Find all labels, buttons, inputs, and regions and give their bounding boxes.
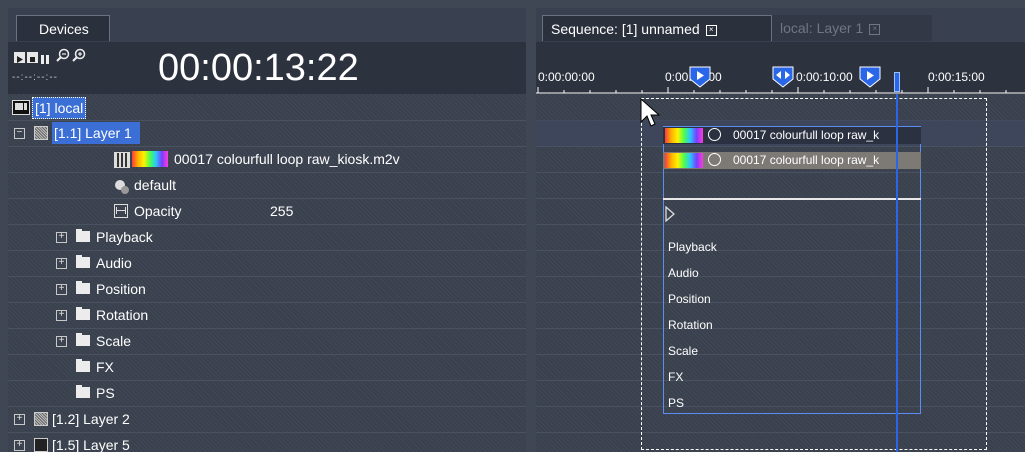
tree-label: Scale (96, 333, 132, 349)
tree-item-layer-2[interactable]: + [1.2] Layer 2 (8, 406, 526, 433)
tree-item-media[interactable]: 00017 colourfull loop raw_kiosk.m2v (8, 146, 526, 173)
tree-label: [1.1] Layer 1 (52, 122, 140, 144)
play-button[interactable] (14, 52, 25, 63)
folder-icon (76, 385, 90, 398)
selection-marquee (641, 98, 987, 450)
devices-panel: Devices --:--:--:-- 00:00:13:22 [1] loca… (8, 8, 526, 452)
tree-item-layer-5[interactable]: + [1.5] Layer 5 (8, 432, 526, 452)
layer-icon (34, 412, 48, 426)
sequence-tabbar: Sequence: [1] unnamed × local: Layer 1 × (536, 8, 1025, 42)
tree-item-fx[interactable]: FX (8, 354, 526, 381)
tree-label: [1.2] Layer 2 (52, 411, 130, 427)
collapse-icon[interactable]: − (14, 128, 25, 139)
tab-local-layer[interactable]: local: Layer 1 × (772, 15, 932, 41)
cue-marker-icon[interactable] (689, 66, 711, 88)
tree-label: [1] local (32, 97, 87, 119)
expand-icon[interactable]: + (56, 336, 67, 347)
tree-label: 00017 colourfull loop raw_kiosk.m2v (174, 151, 400, 167)
tree-label: Rotation (96, 307, 149, 323)
folder-icon (76, 359, 90, 372)
expand-icon[interactable]: + (14, 414, 25, 425)
tab-devices[interactable]: Devices (16, 15, 110, 41)
tree-label: PS (96, 385, 115, 401)
tree-item-ps[interactable]: PS (8, 380, 526, 407)
film-icon (114, 152, 130, 168)
playhead-handle[interactable] (894, 72, 900, 92)
layer-icon (34, 126, 48, 140)
tree-label: FX (96, 359, 114, 375)
tab-devices-label: Devices (39, 21, 89, 37)
expand-icon[interactable]: + (56, 284, 67, 295)
tree-label: Position (96, 281, 146, 297)
device-tree: [1] local − [1.1] Layer 1 00017 colourfu… (8, 94, 526, 452)
tab-sequence-label: Sequence: [1] unnamed (551, 21, 700, 37)
expand-icon[interactable]: + (56, 310, 67, 321)
picture-layer-icon (34, 438, 48, 452)
zoom-in-icon[interactable] (71, 48, 86, 63)
small-time-readout: --:--:--:-- (12, 72, 58, 83)
playhead-line[interactable] (896, 94, 898, 452)
tab-local-layer-label: local: Layer 1 (780, 20, 864, 36)
tree-item-rotation[interactable]: + Rotation (8, 302, 526, 329)
folder-icon (76, 281, 90, 294)
tree-item-scale[interactable]: + Scale (8, 328, 526, 355)
folder-icon (76, 255, 90, 268)
tab-sequence[interactable]: Sequence: [1] unnamed × (542, 15, 772, 41)
tree-item-playback[interactable]: + Playback (8, 224, 526, 251)
close-icon[interactable]: × (869, 23, 881, 35)
folder-icon (76, 307, 90, 320)
expand-icon[interactable]: + (14, 440, 25, 451)
tree-item-layer-1[interactable]: − [1.1] Layer 1 (8, 120, 526, 147)
opacity-value[interactable]: 255 (270, 198, 293, 224)
stop-button[interactable] (27, 52, 38, 63)
tree-label: Opacity (134, 203, 182, 219)
parameter-icon (114, 204, 128, 218)
loop-marker-icon[interactable] (772, 66, 794, 88)
mapping-icon (114, 177, 130, 194)
time-display: 00:00:13:22 (158, 47, 359, 89)
tree-label: Playback (96, 229, 153, 245)
tree-item-local[interactable]: [1] local (8, 94, 526, 121)
zoom-out-icon[interactable] (55, 48, 70, 63)
tree-label: [1.5] Layer 5 (52, 437, 130, 452)
sequence-panel: Sequence: [1] unnamed × local: Layer 1 × 0… (536, 8, 1025, 452)
expand-icon[interactable]: + (56, 232, 67, 243)
sequence-tracks: 00017 colourfull loop raw_k 00017 colour… (536, 94, 1025, 452)
close-icon[interactable]: × (705, 24, 717, 36)
transport-bar: --:--:--:-- 00:00:13:22 (8, 42, 526, 94)
tree-item-default[interactable]: default (8, 172, 526, 199)
tree-item-position[interactable]: + Position (8, 276, 526, 303)
expand-icon[interactable]: + (56, 258, 67, 269)
media-thumbnail (132, 151, 168, 167)
monitor-icon (12, 100, 30, 115)
pause-button[interactable] (40, 52, 51, 64)
tree-label: default (134, 177, 177, 193)
folder-icon (76, 229, 90, 242)
folder-icon (76, 333, 90, 346)
timeline-ruler[interactable]: 0:00:00:00 0:00:05:00 0:00:10:00 0:00:15… (536, 42, 1025, 94)
tree-item-audio[interactable]: + Audio (8, 250, 526, 277)
tree-label: Audio (96, 255, 132, 271)
mouse-cursor-icon (640, 98, 660, 127)
cue-marker-icon[interactable] (859, 66, 881, 88)
tree-item-opacity[interactable]: Opacity 255 (8, 198, 526, 225)
devices-tabbar: Devices (8, 8, 526, 42)
